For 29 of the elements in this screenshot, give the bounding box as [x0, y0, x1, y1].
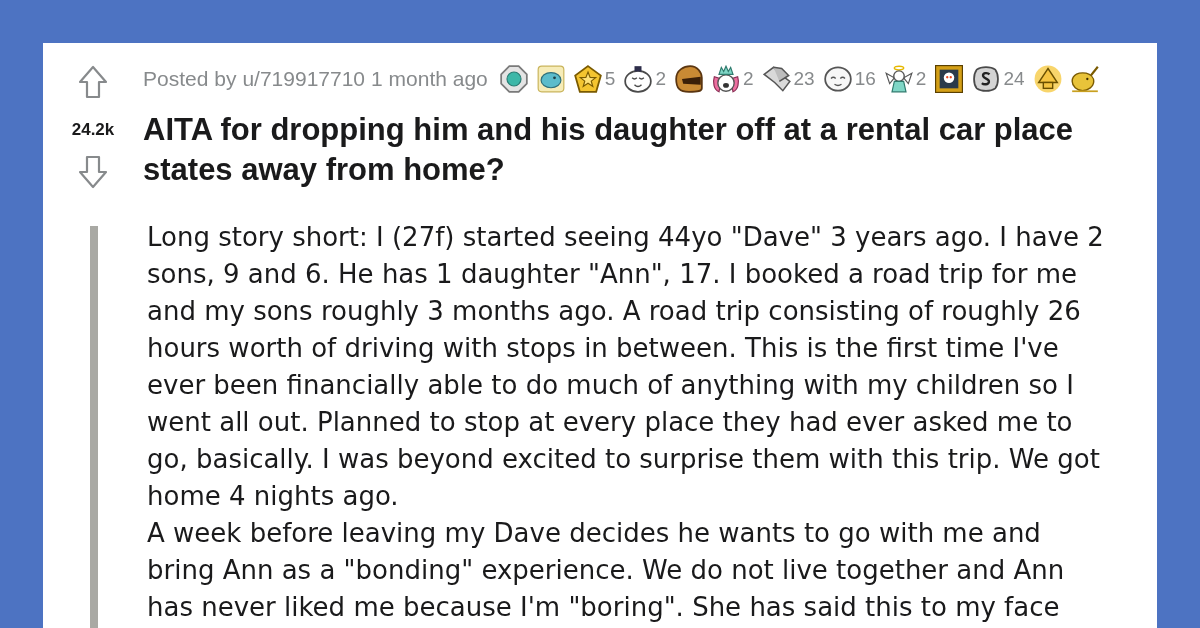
- award-count: 24: [1003, 66, 1025, 91]
- award-count: 2: [655, 66, 666, 91]
- author-link[interactable]: u/719917710: [242, 63, 366, 95]
- award-count: 2: [915, 66, 927, 91]
- pyramid-icon: [1033, 65, 1062, 93]
- hat-face-icon: [624, 65, 653, 93]
- post-title: AITA for dropping him and his daughter off at a rental car place states away from home?: [143, 111, 1075, 189]
- award-count: 16: [854, 66, 876, 91]
- gem-badge-icon: [499, 65, 528, 93]
- blob-face-icon: [536, 65, 565, 93]
- round-face-icon: [823, 65, 852, 93]
- open-mouth-creature-icon: [674, 65, 703, 93]
- award-count: 2: [742, 66, 754, 91]
- award-count: 5: [604, 66, 616, 91]
- body-paragraph: Long story short: I (27f) started seeing 44yo "Dave" 3 years ago. I have 2 sons, 9 and 6. He has 1 daughter "Ann", 17. I booked a road trip for me and my sons roughly 3 months ago. A road trip consisting of roughly 26 hours worth of driving with stops in between. This is the first time I've ever been financially able to do much of anything with my children so I went all out. Planned to stop at every place they had ever asked me to go, basically. I was beyond excited to surprise them with this trip. We got home 4 nights ago.: [147, 221, 1105, 513]
- downvote-icon[interactable]: [78, 155, 108, 189]
- upvote-icon[interactable]: [78, 65, 108, 99]
- byline: Posted by: [143, 66, 237, 93]
- coin-icon: [972, 65, 1001, 93]
- handshake-icon: [762, 65, 791, 93]
- body-paragraph: A week before leaving my Dave decides he wants to go with me and bring Ann as a "bonding" experience. We do not live together and Ann has never liked me because I'm "boring". She has said this to my face: [147, 517, 1066, 624]
- award-count: 23: [793, 66, 815, 91]
- star-badge-icon: [573, 65, 602, 93]
- angel-icon: [884, 65, 913, 93]
- framed-portrait-icon: [935, 65, 964, 93]
- narwhal-icon: [1070, 65, 1099, 93]
- post-time[interactable]: 1 month ago: [371, 63, 488, 95]
- vote-score: 24.2k: [71, 120, 115, 140]
- crowned-face-icon: [711, 65, 740, 93]
